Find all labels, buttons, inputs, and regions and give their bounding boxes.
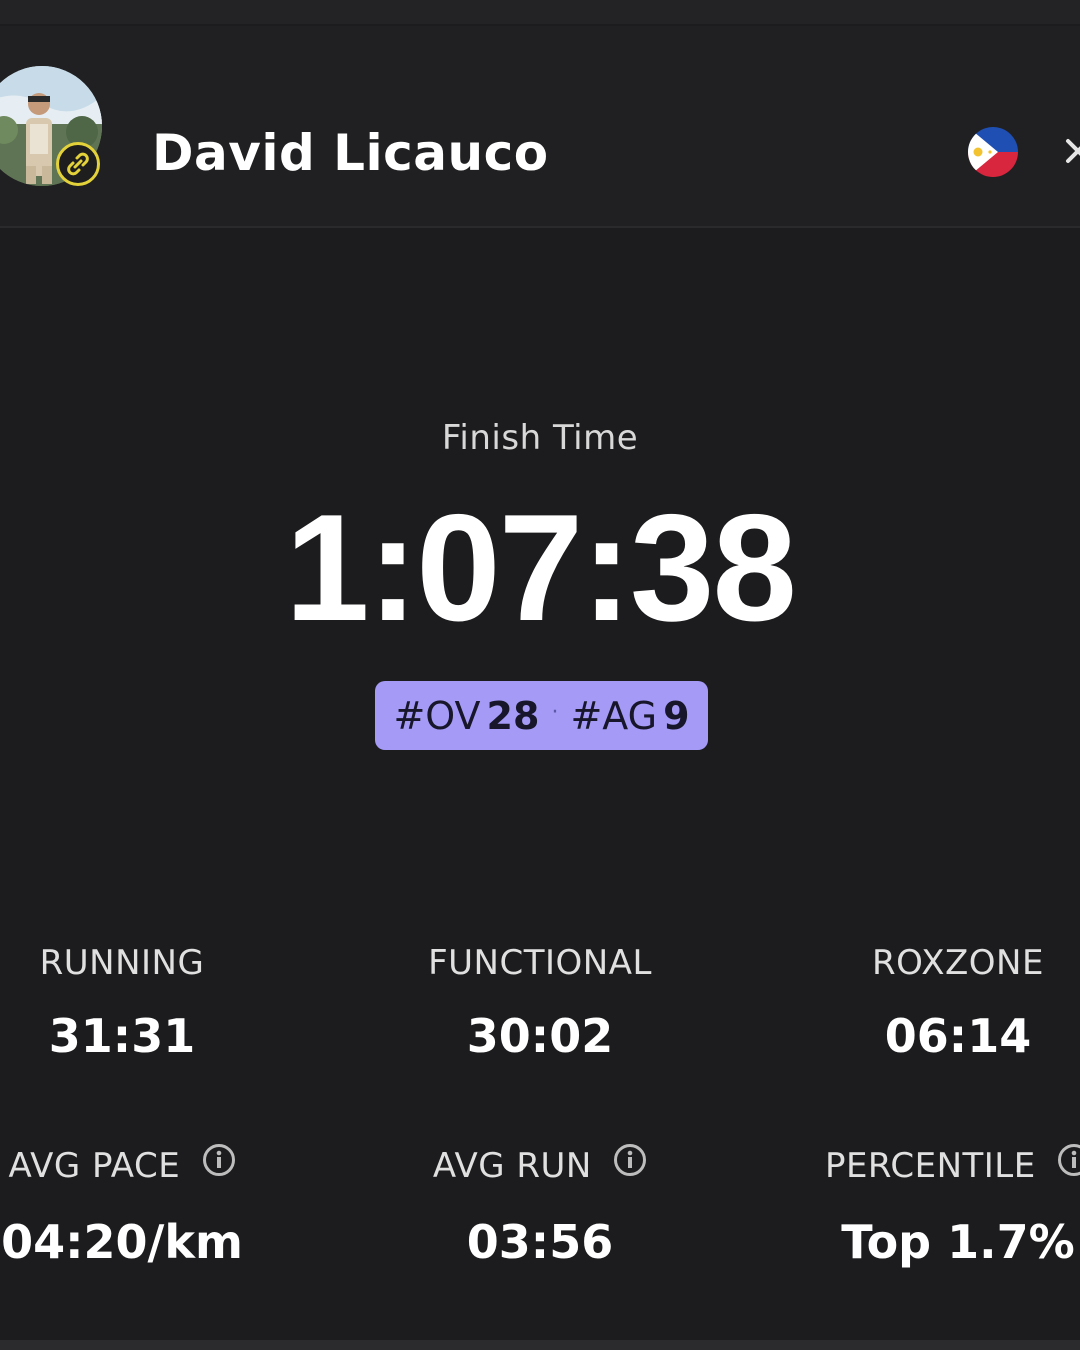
metric-percentile-label: PERCENTILE [824, 1146, 1036, 1186]
metric-percentile-value: Top 1.7% [841, 1215, 1075, 1269]
split-running: RUNNING 31:31 [0, 943, 302, 1063]
age-group-rank-prefix: #AG [570, 693, 658, 738]
split-running-value: 31:31 [48, 1009, 196, 1063]
link-icon[interactable] [56, 142, 100, 186]
athlete-name: David Licauco [152, 124, 549, 182]
split-roxzone-value: 06:14 [884, 1009, 1032, 1063]
split-running-label: RUNNING [39, 943, 205, 983]
info-icon[interactable] [613, 1143, 647, 1186]
rank-separator: · [551, 700, 559, 725]
split-functional-label: FUNCTIONAL [428, 943, 652, 983]
metric-avg-run: AVG RUN 03:56 [360, 1143, 720, 1269]
finish-time-value: 1:07:38 [285, 483, 797, 653]
metric-avg-run-value: 03:56 [466, 1215, 614, 1269]
overall-rank-value: 28 [486, 693, 540, 738]
top-strip [0, 0, 1080, 24]
split-functional-value: 30:02 [466, 1009, 614, 1063]
split-roxzone: ROXZONE 06:14 [778, 943, 1080, 1063]
metric-avg-pace: AVG PACE 04:20/km [0, 1143, 302, 1269]
metric-avg-pace-label: AVG PACE [8, 1146, 181, 1186]
bottom-edge [0, 1340, 1080, 1350]
split-roxzone-label: ROXZONE [872, 943, 1044, 983]
info-icon[interactable] [202, 1143, 236, 1186]
info-icon[interactable] [1057, 1143, 1080, 1186]
avatar[interactable] [0, 66, 102, 190]
finish-time-label: Finish Time [441, 418, 639, 458]
rank-badge: #OV 28 · #AG 9 [375, 681, 708, 750]
close-icon[interactable] [1062, 126, 1080, 176]
result-screen: David Licauco Finish Time 1:07:38 #OV 28… [0, 0, 1080, 1350]
age-group-rank-value: 9 [663, 693, 690, 738]
metric-percentile: PERCENTILE Top 1.7% [778, 1143, 1080, 1269]
overall-rank-prefix: #OV [393, 693, 481, 738]
philippines-flag-icon [968, 127, 1018, 177]
metric-avg-run-label: AVG RUN [432, 1146, 592, 1186]
split-functional: FUNCTIONAL 30:02 [360, 943, 720, 1063]
metric-avg-pace-value: 04:20/km [1, 1215, 243, 1269]
athlete-header: David Licauco [0, 26, 1080, 228]
